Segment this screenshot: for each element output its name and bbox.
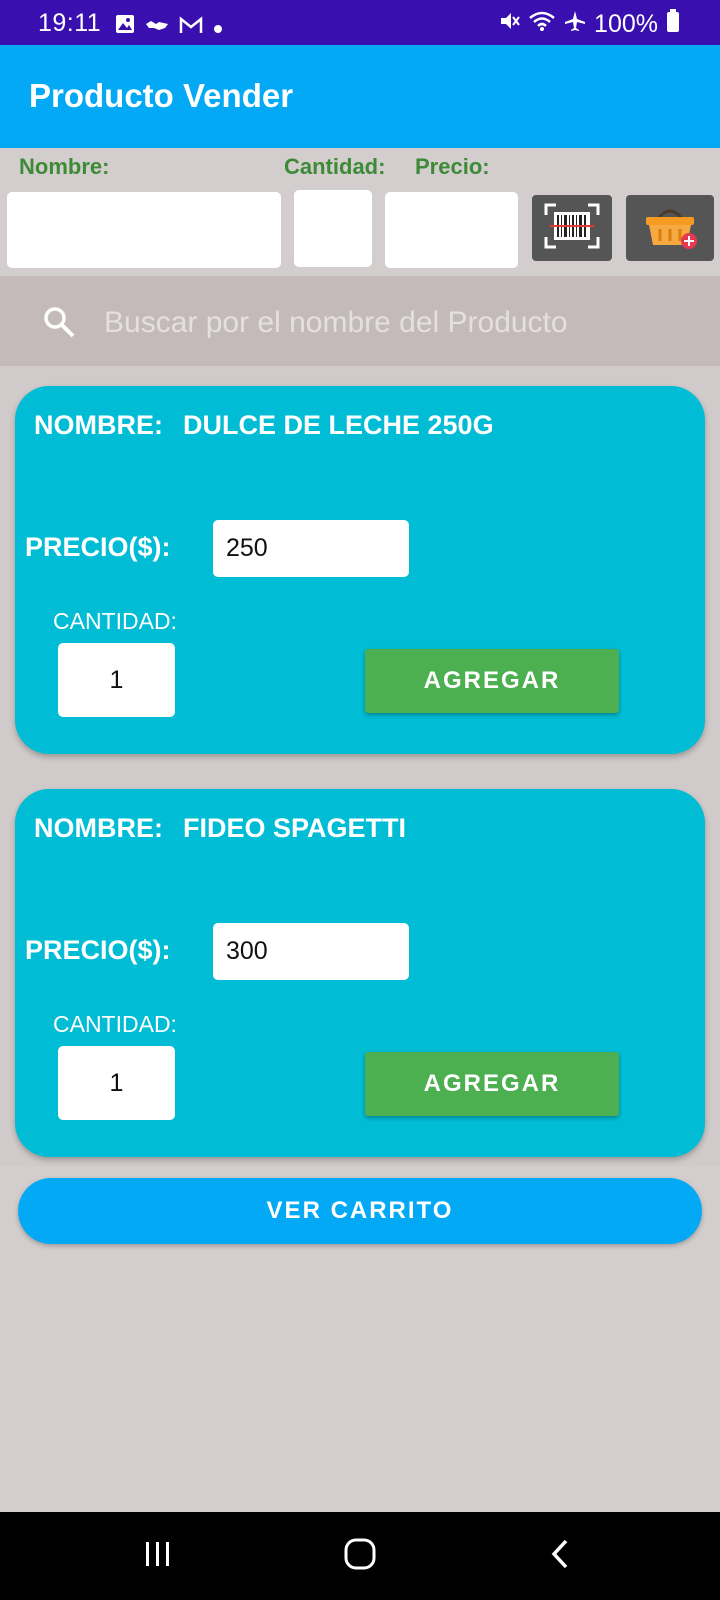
precio-label: Precio: (415, 154, 490, 179)
battery-text: 100% (594, 10, 658, 38)
product-price-field[interactable]: 250 (213, 520, 409, 577)
dot-icon (213, 12, 223, 41)
product-price-field[interactable]: 300 (213, 923, 409, 980)
notification-icons (115, 12, 223, 41)
app-bar: Producto Vender (0, 45, 720, 148)
view-cart-button[interactable]: VER CARRITO (18, 1178, 702, 1244)
basket-add-icon (640, 201, 700, 256)
handshake-icon (145, 12, 169, 41)
wifi-icon (528, 10, 556, 39)
product-price-label: PRECIO($): (25, 935, 171, 965)
product-price-value: 300 (226, 937, 268, 965)
navigation-bar (0, 1512, 720, 1600)
airplane-icon (564, 10, 586, 39)
product-price-label: PRECIO($): (25, 532, 171, 562)
nombre-label: Nombre: (19, 154, 110, 179)
product-card: NOMBRE: DULCE DE LECHE 250G PRECIO($): 2… (15, 386, 705, 754)
cantidad-field[interactable] (293, 189, 373, 268)
image-icon (115, 12, 135, 41)
battery-icon (666, 9, 680, 40)
barcode-scan-button[interactable] (532, 195, 612, 261)
home-button[interactable] (320, 1512, 400, 1600)
mute-icon (498, 10, 520, 39)
product-price-value: 250 (226, 534, 268, 562)
recent-apps-button[interactable] (118, 1512, 198, 1600)
add-to-basket-button[interactable] (626, 195, 714, 261)
nombre-field[interactable] (6, 191, 282, 269)
status-time: 19:11 (38, 9, 102, 37)
add-button[interactable]: AGREGAR (365, 1052, 619, 1116)
back-icon (548, 1537, 572, 1576)
product-quantity-label: CANTIDAD: (53, 608, 177, 634)
search-input[interactable]: Buscar por el nombre del Producto (104, 306, 568, 340)
product-quantity-label: CANTIDAD: (53, 1011, 177, 1037)
cantidad-label: Cantidad: (284, 154, 386, 179)
home-icon (343, 1537, 377, 1576)
barcode-scanner-icon (544, 203, 600, 254)
status-bar: 19:11 100% (0, 0, 720, 45)
precio-field[interactable] (384, 191, 519, 269)
search-icon (42, 305, 76, 344)
page-title: Producto Vender (29, 77, 294, 114)
product-name: DULCE DE LECHE 250G (183, 410, 494, 440)
product-name: FIDEO SPAGETTI (183, 813, 407, 843)
search-bar[interactable]: Buscar por el nombre del Producto (0, 276, 720, 366)
product-card: NOMBRE: FIDEO SPAGETTI PRECIO($): 300 CA… (15, 789, 705, 1157)
back-button[interactable] (520, 1512, 600, 1600)
product-name-label: NOMBRE: (34, 410, 163, 440)
gmail-icon (179, 12, 203, 41)
system-icons: 100% (498, 9, 680, 40)
product-quantity-field[interactable]: 1 (58, 643, 175, 717)
recent-apps-icon (143, 1539, 173, 1574)
product-name-label: NOMBRE: (34, 813, 163, 843)
add-button[interactable]: AGREGAR (365, 649, 619, 713)
product-quantity-field[interactable]: 1 (58, 1046, 175, 1120)
